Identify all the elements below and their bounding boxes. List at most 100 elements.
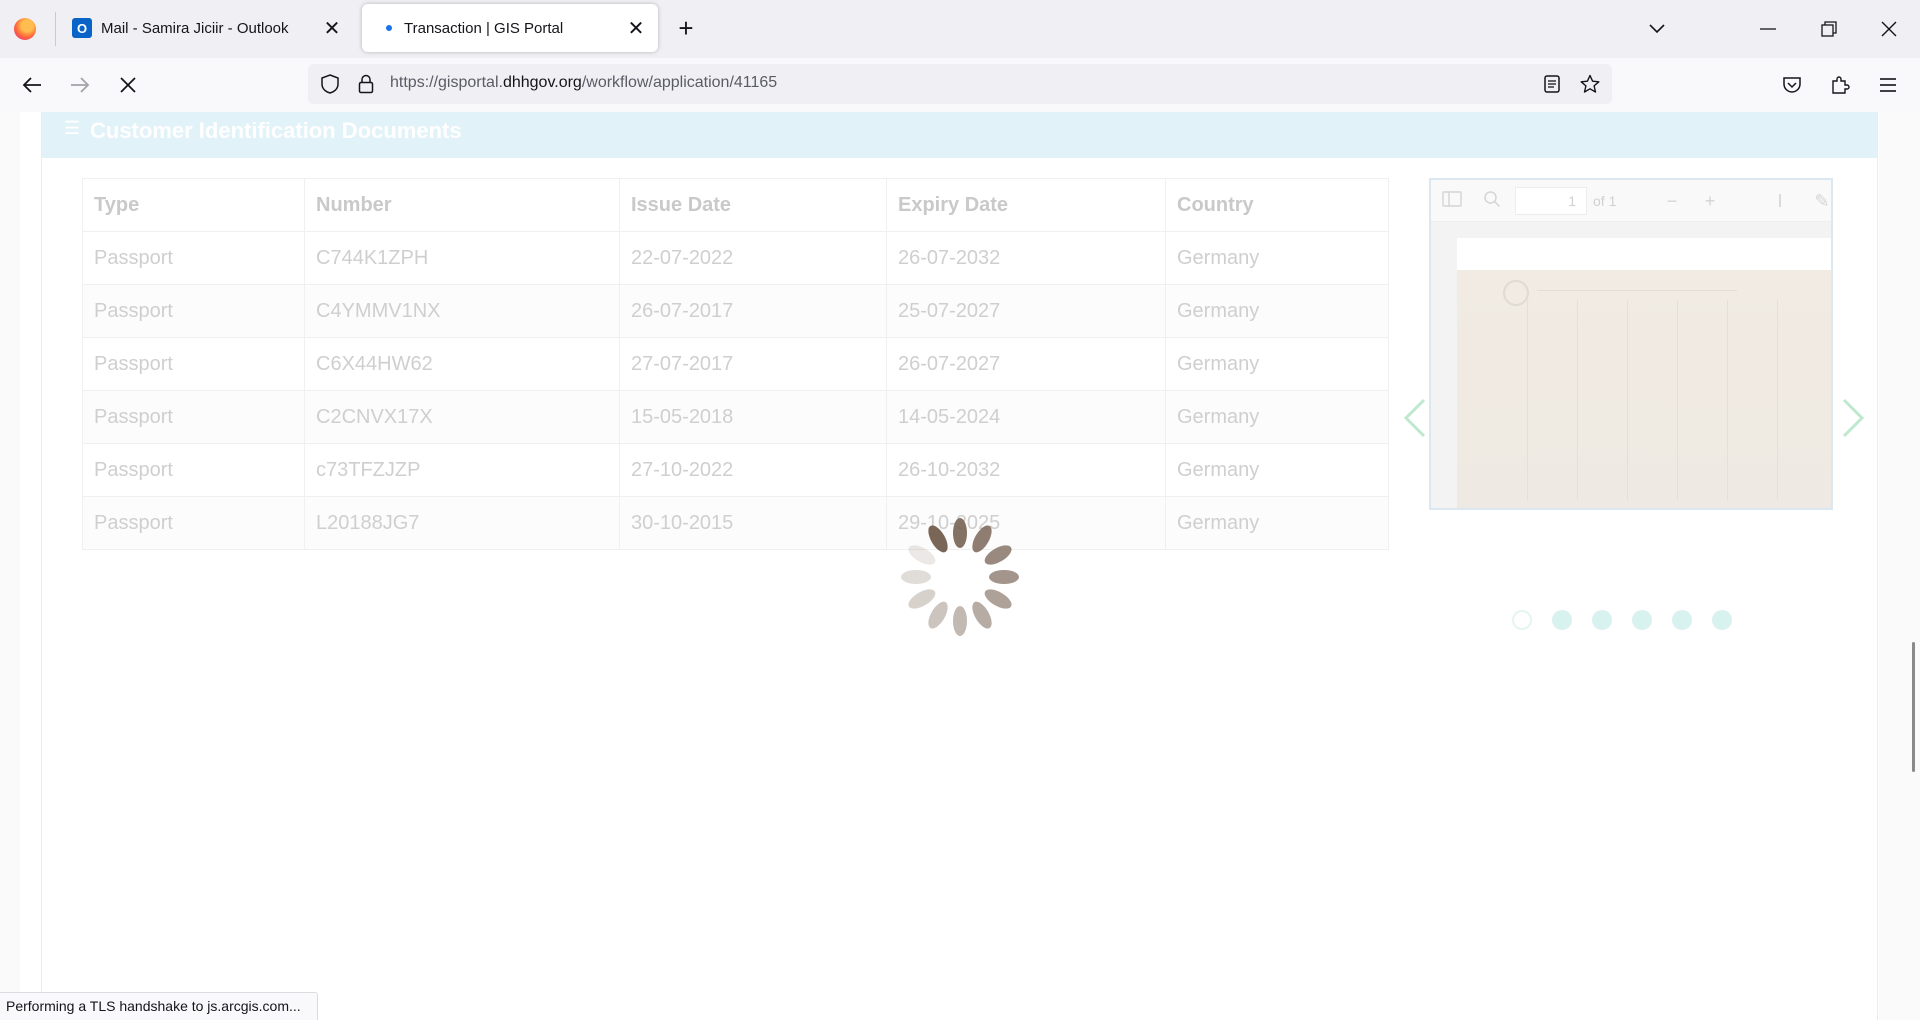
spinner-petal bbox=[972, 525, 992, 553]
spinner-petal bbox=[928, 525, 948, 553]
document-line bbox=[1677, 300, 1678, 500]
cell-issue-date: 22-07-2022 bbox=[619, 231, 887, 285]
close-tab-icon[interactable]: ✕ bbox=[318, 14, 346, 42]
loading-spinner bbox=[901, 518, 1019, 636]
tab-label: Mail - Samira Jiciir - Outlook bbox=[101, 19, 289, 37]
zoom-out-icon[interactable]: − bbox=[1661, 190, 1683, 212]
column-header-expiry-date[interactable]: Expiry Date bbox=[886, 178, 1166, 232]
spinner-petal bbox=[972, 601, 992, 629]
carousel-dot[interactable] bbox=[1672, 610, 1692, 630]
bookmark-star-icon[interactable] bbox=[1578, 72, 1602, 96]
navigation-toolbar: https://gisportal.dhhgov.org/workflow/ap… bbox=[0, 58, 1920, 112]
cell-issue-date: 27-07-2017 bbox=[619, 337, 887, 391]
pdf-page-number-input[interactable]: 1 bbox=[1515, 187, 1587, 215]
cell-issue-date: 27-10-2022 bbox=[619, 443, 887, 497]
url-prefix: https://gisportal. bbox=[390, 74, 503, 91]
spinner-petal bbox=[928, 601, 948, 629]
content-border bbox=[1877, 112, 1878, 1020]
column-header-number[interactable]: Number bbox=[304, 178, 620, 232]
spinner-petal bbox=[953, 518, 967, 548]
tab-bar: O Mail - Samira Jiciir - Outlook ✕ Trans… bbox=[0, 0, 1920, 58]
spinner-petal bbox=[908, 545, 936, 565]
cell-type: Passport bbox=[82, 284, 305, 338]
spinner-petal bbox=[908, 589, 936, 609]
cell-type: Passport bbox=[82, 443, 305, 497]
table-row[interactable]: Passport L20188JG7 30-10-2015 29-10-2025… bbox=[82, 496, 1389, 550]
cell-type: Passport bbox=[82, 390, 305, 444]
pdf-page-top bbox=[1457, 238, 1831, 270]
carousel-next-arrow-icon[interactable] bbox=[1838, 396, 1868, 440]
table-row[interactable]: Passport C4YMMV1NX 26-07-2017 25-07-2027… bbox=[82, 284, 1389, 338]
page-scrollbar[interactable] bbox=[1912, 642, 1915, 772]
column-header-type[interactable]: Type bbox=[82, 178, 305, 232]
table-row[interactable]: Passport C6X44HW62 27-07-2017 26-07-2027… bbox=[82, 337, 1389, 391]
tab-outlook-mail[interactable]: O Mail - Samira Jiciir - Outlook ✕ bbox=[56, 4, 354, 52]
page-viewport: ☰ Customer Identification Documents Type… bbox=[0, 112, 1920, 1020]
left-page-margin bbox=[0, 112, 20, 1020]
back-arrow-icon[interactable] bbox=[16, 69, 48, 101]
cell-issue-date: 26-07-2017 bbox=[619, 284, 887, 338]
close-window-icon[interactable] bbox=[1872, 12, 1906, 46]
table-row[interactable]: Passport C744K1ZPH 22-07-2022 26-07-2032… bbox=[82, 231, 1389, 285]
status-bar: Performing a TLS handshake to js.arcgis.… bbox=[0, 992, 318, 1020]
cell-type: Passport bbox=[82, 231, 305, 285]
scanned-document-image bbox=[1457, 270, 1831, 508]
cell-number: C2CNVX17X bbox=[304, 390, 620, 444]
cell-expiry-date: 25-07-2027 bbox=[886, 284, 1166, 338]
tab-gis-portal[interactable]: Transaction | GIS Portal ✕ bbox=[362, 4, 658, 52]
url-text[interactable]: https://gisportal.dhhgov.org/workflow/ap… bbox=[390, 74, 777, 92]
text-select-icon[interactable]: I bbox=[1769, 190, 1791, 212]
cell-expiry-date: 14-05-2024 bbox=[886, 390, 1166, 444]
app-menu-icon[interactable] bbox=[1872, 69, 1904, 101]
pdf-viewer[interactable]: 1 of 1 − + I ✎ bbox=[1429, 178, 1833, 510]
cell-number: L20188JG7 bbox=[304, 496, 620, 550]
document-line bbox=[1537, 290, 1737, 291]
table-row[interactable]: Passport c73TFZJZP 27-10-2022 26-10-2032… bbox=[82, 443, 1389, 497]
url-path: /workflow/application/41165 bbox=[581, 74, 778, 91]
minimize-window-icon[interactable] bbox=[1751, 12, 1785, 46]
column-header-country[interactable]: Country bbox=[1165, 178, 1389, 232]
firefox-logo-icon[interactable] bbox=[14, 18, 36, 40]
pocket-icon[interactable] bbox=[1776, 69, 1808, 101]
cell-country: Germany bbox=[1165, 390, 1389, 444]
cell-country: Germany bbox=[1165, 231, 1389, 285]
restore-window-icon[interactable] bbox=[1812, 12, 1846, 46]
cell-type: Passport bbox=[82, 337, 305, 391]
pdf-toolbar: 1 of 1 − + I ✎ bbox=[1431, 180, 1831, 222]
carousel-dot[interactable] bbox=[1552, 610, 1572, 630]
outlook-icon: O bbox=[72, 18, 92, 38]
url-host: dhhgov.org bbox=[502, 74, 582, 91]
loading-dot-icon bbox=[386, 25, 392, 31]
right-page-margin bbox=[1879, 112, 1920, 1020]
reader-view-icon[interactable] bbox=[1540, 72, 1564, 96]
toggle-sidebar-icon[interactable] bbox=[1441, 190, 1463, 212]
address-bar[interactable]: https://gisportal.dhhgov.org/workflow/ap… bbox=[308, 64, 1612, 104]
document-line bbox=[1727, 300, 1728, 500]
carousel-prev-arrow-icon[interactable] bbox=[1400, 396, 1430, 440]
section-header: ☰ Customer Identification Documents bbox=[42, 112, 1877, 158]
table-row[interactable]: Passport C2CNVX17X 15-05-2018 14-05-2024… bbox=[82, 390, 1389, 444]
stop-loading-icon[interactable] bbox=[112, 69, 144, 101]
carousel-dot[interactable] bbox=[1712, 610, 1732, 630]
new-tab-button[interactable]: + bbox=[672, 15, 700, 43]
carousel-dot[interactable] bbox=[1632, 610, 1652, 630]
carousel-dot[interactable] bbox=[1512, 610, 1532, 630]
extensions-puzzle-icon[interactable] bbox=[1824, 69, 1856, 101]
spinner-petal bbox=[984, 545, 1012, 565]
document-line bbox=[1577, 300, 1578, 500]
pdf-search-icon[interactable] bbox=[1481, 190, 1503, 212]
carousel-dot[interactable] bbox=[1592, 610, 1612, 630]
draw-pen-icon[interactable]: ✎ bbox=[1811, 190, 1831, 212]
lock-icon[interactable] bbox=[354, 72, 378, 96]
column-header-issue-date[interactable]: Issue Date bbox=[619, 178, 887, 232]
cell-type: Passport bbox=[82, 496, 305, 550]
cell-issue-date: 30-10-2015 bbox=[619, 496, 887, 550]
table-header-row: Type Number Issue Date Expiry Date Count… bbox=[82, 178, 1389, 232]
zoom-in-icon[interactable]: + bbox=[1699, 190, 1721, 212]
list-all-tabs-icon[interactable] bbox=[1640, 12, 1674, 46]
shield-icon[interactable] bbox=[318, 72, 342, 96]
forward-arrow-icon[interactable] bbox=[64, 69, 96, 101]
spinner-petal bbox=[901, 570, 931, 584]
tab-label: Transaction | GIS Portal bbox=[404, 19, 564, 37]
close-tab-icon[interactable]: ✕ bbox=[622, 14, 650, 42]
